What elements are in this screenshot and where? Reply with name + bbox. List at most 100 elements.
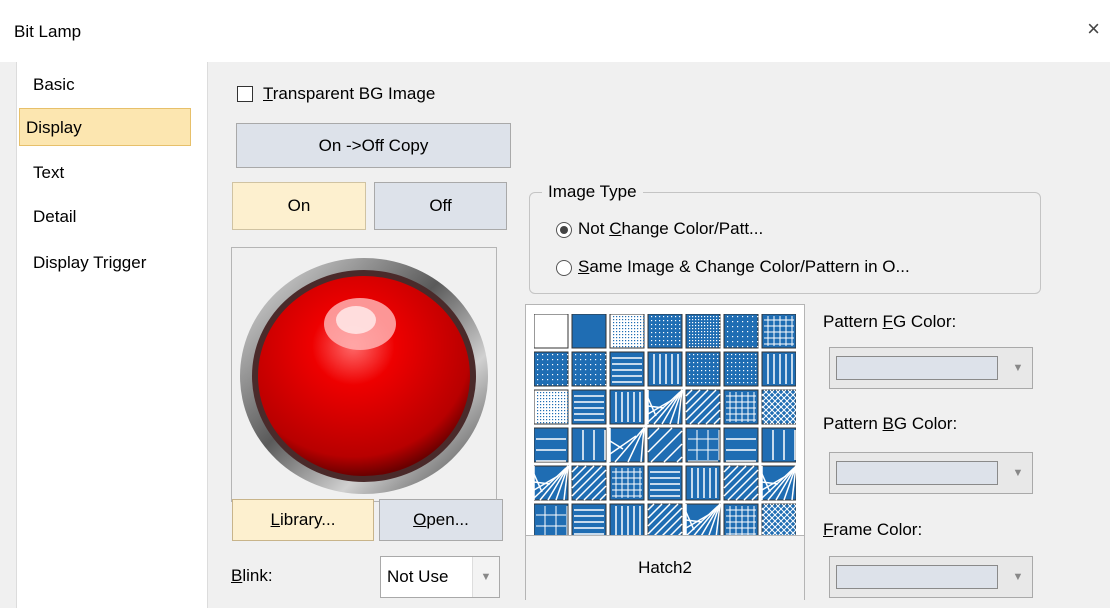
pattern-swatch[interactable] [647, 389, 683, 425]
sidebar-item-text[interactable]: Text [27, 154, 197, 192]
frame-color-select[interactable]: ▼ [829, 556, 1033, 598]
close-icon[interactable]: × [1087, 16, 1100, 42]
pattern-grid [533, 313, 797, 543]
open-button[interactable]: Open... [379, 499, 503, 541]
mnemonic: B [882, 414, 894, 433]
pattern-swatch[interactable] [609, 351, 645, 387]
pattern-bg-color-select[interactable]: ▼ [829, 452, 1033, 494]
sidebar-item-display-trigger[interactable]: Display Trigger [27, 244, 197, 282]
pattern-swatch[interactable] [647, 351, 683, 387]
on-off-copy-button[interactable]: On ->Off Copy [236, 123, 511, 168]
sidebar-item-basic[interactable]: Basic [27, 66, 197, 104]
pattern-swatches [533, 313, 797, 539]
pattern-swatch[interactable] [571, 503, 607, 539]
transparent-bg-checkbox[interactable] [237, 86, 253, 102]
pattern-swatch[interactable] [647, 503, 683, 539]
dialog-body: Basic Display Text Detail Display Trigge… [0, 62, 1110, 608]
image-type-group: Image Type Not Change Color/Patt... Same… [529, 182, 1041, 294]
pattern-swatch[interactable] [647, 427, 683, 463]
pattern-swatch[interactable] [723, 503, 759, 539]
sidebar-item-label: Basic [33, 75, 75, 94]
pattern-swatch[interactable] [533, 389, 569, 425]
mnemonic: T [263, 84, 273, 103]
pattern-swatch[interactable] [533, 465, 569, 501]
pattern-swatch[interactable] [533, 351, 569, 387]
pattern-swatch[interactable] [761, 351, 797, 387]
pattern-fg-color-select[interactable]: ▼ [829, 347, 1033, 389]
chevron-down-icon: ▼ [1012, 571, 1024, 583]
sidebar-item-label: Display Trigger [33, 253, 147, 272]
pattern-swatch[interactable] [723, 427, 759, 463]
mnemonic: F [823, 520, 834, 539]
display-panel: Transparent BG Image On ->Off Copy On Of… [207, 62, 1110, 608]
label-rest: hange Color/Patt... [621, 219, 764, 238]
pattern-name-bar: Hatch2 [526, 535, 804, 600]
blink-select[interactable]: Not Use ▼ [380, 556, 500, 598]
pattern-swatch[interactable] [761, 389, 797, 425]
pattern-swatch[interactable] [571, 465, 607, 501]
mnemonic: O [413, 510, 427, 529]
pattern-swatch[interactable] [533, 313, 569, 349]
pattern-swatch[interactable] [723, 465, 759, 501]
pattern-swatch[interactable] [685, 313, 721, 349]
transparent-bg-label[interactable]: Transparent BG Image [263, 84, 435, 104]
pattern-swatch[interactable] [685, 465, 721, 501]
tab-on[interactable]: On [232, 182, 366, 230]
image-type-option-label[interactable]: Not Change Color/Patt... [578, 219, 763, 239]
pattern-swatch[interactable] [647, 313, 683, 349]
label-pre: Not [578, 219, 610, 238]
sidebar-item-label: Detail [33, 207, 77, 226]
pattern-swatch[interactable] [609, 313, 645, 349]
pattern-swatch[interactable] [761, 427, 797, 463]
pattern-swatch[interactable] [609, 389, 645, 425]
pattern-swatch[interactable] [761, 313, 797, 349]
tab-label: On [287, 196, 311, 215]
pattern-swatch[interactable] [609, 427, 645, 463]
tab-off[interactable]: Off [374, 182, 507, 230]
color-swatch [836, 461, 998, 485]
image-type-radio-same-image[interactable] [556, 260, 572, 276]
pattern-swatch[interactable] [571, 313, 607, 349]
pattern-fg-color-label: Pattern FG Color: [823, 312, 956, 332]
label-rest: ransparent BG Image [272, 84, 436, 103]
chevron-down-icon: ▼ [1012, 362, 1024, 374]
pattern-swatch[interactable] [685, 427, 721, 463]
pattern-swatch[interactable] [533, 427, 569, 463]
sidebar-item-label: Display [26, 118, 82, 137]
pattern-swatch[interactable] [723, 351, 759, 387]
mnemonic: S [578, 257, 590, 276]
sidebar-item-display[interactable]: Display [19, 108, 191, 146]
pattern-swatch[interactable] [609, 465, 645, 501]
label-rest: ame Image & Change Color/Pattern in O... [589, 257, 910, 276]
chevron-down-icon: ▼ [472, 557, 499, 597]
pattern-swatch[interactable] [609, 503, 645, 539]
label-rest: ibrary... [280, 510, 336, 529]
pattern-swatch[interactable] [571, 389, 607, 425]
pattern-swatch[interactable] [571, 427, 607, 463]
lamp-preview [231, 247, 497, 502]
pattern-swatch[interactable] [647, 465, 683, 501]
label-rest: link: [242, 566, 273, 585]
pattern-swatch[interactable] [723, 313, 759, 349]
mnemonic: C [609, 219, 622, 238]
group-title: Image Type [542, 182, 643, 202]
pattern-swatch[interactable] [685, 503, 721, 539]
pattern-swatch[interactable] [533, 503, 569, 539]
label-pre: Pattern [823, 312, 883, 331]
pattern-swatch[interactable] [723, 389, 759, 425]
blink-label: Blink: [231, 566, 273, 586]
image-type-radio-not-change[interactable] [556, 222, 572, 238]
pattern-swatch[interactable] [685, 351, 721, 387]
color-swatch [836, 565, 998, 589]
label-rest: G Color: [892, 312, 957, 331]
label-rest: pen... [426, 510, 469, 529]
window-title: Bit Lamp [14, 22, 82, 41]
label-pre: Pattern [823, 414, 883, 433]
sidebar-item-detail[interactable]: Detail [27, 198, 197, 236]
pattern-swatch[interactable] [761, 465, 797, 501]
pattern-swatch[interactable] [571, 351, 607, 387]
pattern-swatch[interactable] [685, 389, 721, 425]
library-button[interactable]: Library... [232, 499, 374, 541]
pattern-swatch[interactable] [761, 503, 797, 539]
image-type-option-label[interactable]: Same Image & Change Color/Pattern in O..… [578, 257, 910, 277]
